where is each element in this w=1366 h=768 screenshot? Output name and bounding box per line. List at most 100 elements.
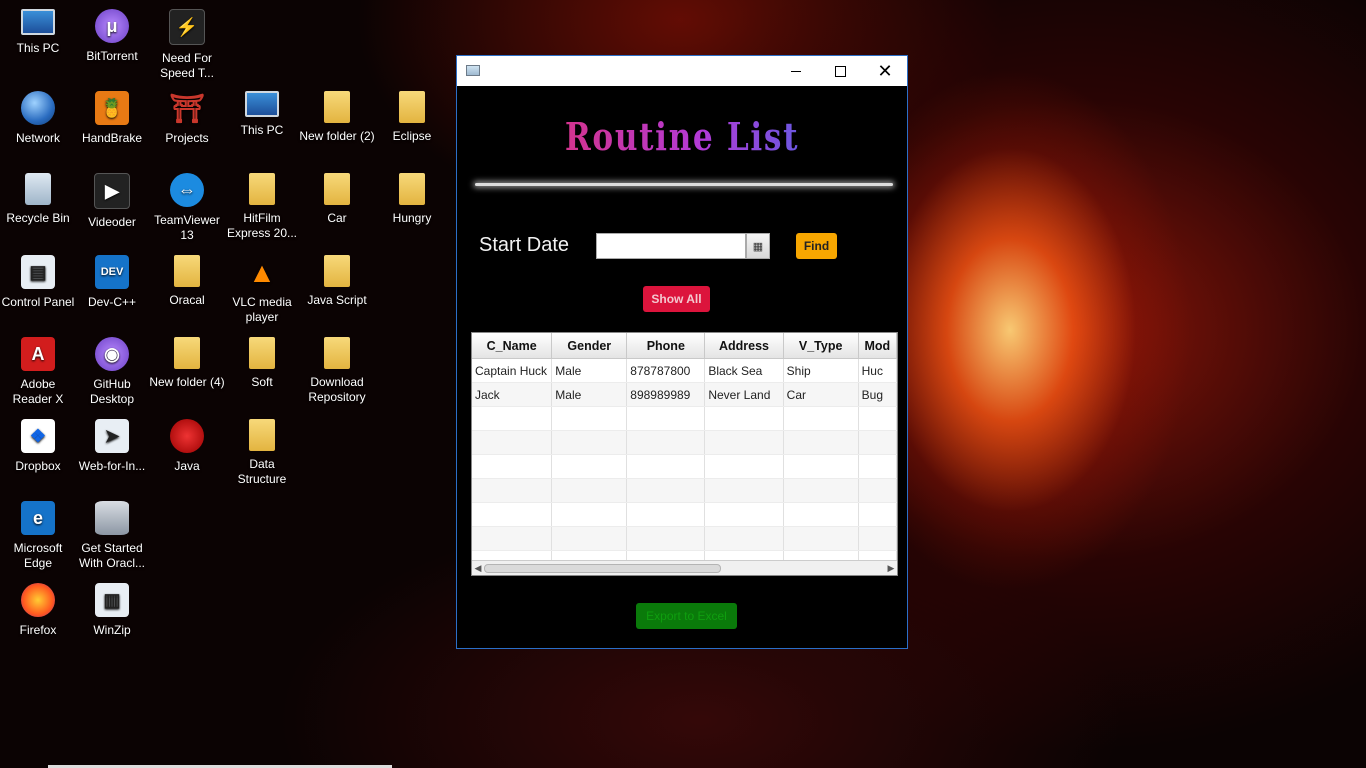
empty-table-row [472, 502, 897, 527]
table-cell: Black Sea [704, 358, 784, 383]
horizontal-scrollbar[interactable]: ◀ ▶ [472, 560, 897, 575]
window-titlebar[interactable]: ✕ [457, 56, 907, 86]
desktop-icon-download-repository[interactable]: Download Repository [299, 333, 375, 411]
desktop-icon-label: Soft [251, 375, 273, 389]
desktop-icon-edge[interactable]: e Microsoft Edge [0, 497, 76, 575]
close-button[interactable]: ✕ [862, 56, 908, 86]
desktop-icon-firefox[interactable]: Firefox [0, 579, 76, 657]
desktop-icon-vlc[interactable]: ▲ VLC media player [224, 251, 300, 329]
column-header-phone[interactable]: Phone [626, 333, 706, 359]
folder-icon [174, 337, 200, 369]
desktop-icon-data-structure[interactable]: Data Structure [224, 415, 300, 493]
app-window-icon [466, 65, 480, 76]
desktop-icon-handbrake[interactable]: 🍍 HandBrake [74, 87, 150, 165]
desktop-icon-this-pc-2[interactable]: This PC [224, 87, 300, 165]
desktop-icon-label: HandBrake [81, 131, 143, 145]
desktop-icon-bittorrent[interactable]: μ BitTorrent [74, 5, 150, 83]
minimize-button[interactable] [773, 56, 819, 86]
show-all-button[interactable]: Show All [643, 286, 710, 312]
column-header-address[interactable]: Address [704, 333, 784, 359]
empty-table-row [472, 406, 897, 431]
column-header-gender[interactable]: Gender [551, 333, 628, 359]
desktop-icon-dropbox[interactable]: ❖ Dropbox [0, 415, 76, 493]
desktop-icon-network[interactable]: Network [0, 87, 76, 165]
desktop-icon-label: Firefox [19, 623, 57, 637]
vlc-icon: ▲ [248, 256, 276, 288]
scroll-right-icon[interactable]: ▶ [885, 561, 897, 575]
desktop-icon-label: Projects [165, 131, 209, 145]
table-row[interactable]: Captain Huck Male 878787800 Black Sea Sh… [472, 358, 897, 383]
desktop-icon-label: Web-for-In... [78, 459, 146, 473]
desktop-icon-control-panel[interactable]: ▤ Control Panel [0, 251, 76, 329]
winzip-icon: ▥ [95, 583, 129, 617]
table-cell: Male [551, 382, 628, 407]
videoder-icon: ▶ [94, 173, 130, 209]
desktop-icon-hitfilm[interactable]: HitFilm Express 20... [224, 169, 300, 247]
scroll-left-icon[interactable]: ◀ [472, 561, 484, 575]
desktop-icon-github[interactable]: ◉ GitHub Desktop [74, 333, 150, 411]
desktop-icon-label: Data Structure [237, 457, 287, 486]
desktop-icon-label: Get Started With Oracl... [78, 541, 145, 570]
desktop-icon-new-folder-4[interactable]: New folder (4) [149, 333, 225, 411]
desktop-icon-label: VLC media player [232, 295, 292, 324]
page-title: Routine List [498, 114, 867, 159]
desktop-icon-label: Recycle Bin [6, 211, 70, 225]
maximize-button[interactable] [817, 56, 863, 86]
game-icon: ⚡ [169, 9, 205, 45]
table-cell: 898989989 [626, 382, 706, 407]
desktop-icon-label: Microsoft Edge [13, 541, 63, 570]
desktop-icon-adobe-reader[interactable]: A Adobe Reader X [0, 333, 76, 411]
empty-table-row [472, 430, 897, 455]
desktop-icon-label: Dropbox [15, 459, 61, 473]
close-icon: ✕ [877, 61, 893, 81]
desktop-icon-label: Oracal [169, 293, 205, 307]
table-cell: 878787800 [626, 358, 706, 383]
globe-icon [21, 91, 55, 125]
desktop-icon-devcpp[interactable]: DEV Dev-C++ [74, 251, 150, 329]
desktop-icon-need-for-speed[interactable]: ⚡ Need For Speed T... [149, 5, 225, 83]
maximize-icon [834, 65, 846, 77]
calendar-icon: ▦ [752, 240, 764, 253]
folder-icon [324, 337, 350, 369]
desktop-icon-label: Adobe Reader X [12, 377, 64, 406]
start-date-label: Start Date [479, 234, 570, 256]
monitor-icon [245, 91, 279, 117]
scrollbar-thumb[interactable] [484, 564, 721, 573]
folder-icon [249, 173, 275, 205]
table-cell: Male [551, 358, 628, 383]
desktop-icon-hungry[interactable]: Hungry [374, 169, 450, 247]
column-header-v-type[interactable]: V_Type [783, 333, 859, 359]
table-header-row: C_Name Gender Phone Address V_Type Mod [472, 333, 897, 359]
desktop-icon-winzip[interactable]: ▥ WinZip [74, 579, 150, 657]
desktop-icon-label: This PC [16, 41, 60, 55]
empty-table-row [472, 478, 897, 503]
folder-icon [399, 173, 425, 205]
desktop-icon-videoder[interactable]: ▶ Videoder [74, 169, 150, 247]
desktop-icon-java[interactable]: Java [149, 415, 225, 493]
column-header-model[interactable]: Mod [858, 333, 897, 359]
date-picker-button[interactable]: ▦ [746, 233, 770, 259]
desktop-icon-projects[interactable]: ⛩ Projects [149, 87, 225, 165]
desktop-icon-this-pc[interactable]: This PC [0, 5, 76, 83]
find-button[interactable]: Find [796, 233, 837, 259]
routine-table[interactable]: C_Name Gender Phone Address V_Type Mod C… [471, 332, 898, 576]
desktop-icon-soft[interactable]: Soft [224, 333, 300, 411]
desktop-icon-new-folder-2[interactable]: New folder (2) [299, 87, 375, 165]
desktop-icon-teamviewer[interactable]: ⇔ TeamViewer 13 [149, 169, 225, 247]
start-date-input[interactable] [596, 233, 746, 259]
export-to-excel-button[interactable]: Export to Excel [636, 603, 737, 629]
table-cell: Captain Huck [472, 358, 553, 383]
desktop-icon-java-script[interactable]: Java Script [299, 251, 375, 329]
table-cell: Never Land [704, 382, 784, 407]
desktop-icon-web-for-in[interactable]: ➤ Web-for-In... [74, 415, 150, 493]
desktop-icon-oracal[interactable]: Oracal [149, 251, 225, 329]
desktop-icon-label: Need For Speed T... [160, 51, 214, 80]
table-cell: Ship [783, 358, 859, 383]
desktop-icon-get-started-oracle[interactable]: Get Started With Oracl... [74, 497, 150, 575]
desktop-icon-car[interactable]: Car [299, 169, 375, 247]
column-header-c-name[interactable]: C_Name [472, 333, 553, 359]
table-row[interactable]: Jack Male 898989989 Never Land Car Bug [472, 382, 897, 407]
desktop-icon-label: Control Panel [1, 295, 75, 309]
desktop-icon-eclipse[interactable]: Eclipse [374, 87, 450, 165]
desktop-icon-recycle-bin[interactable]: Recycle Bin [0, 169, 76, 247]
